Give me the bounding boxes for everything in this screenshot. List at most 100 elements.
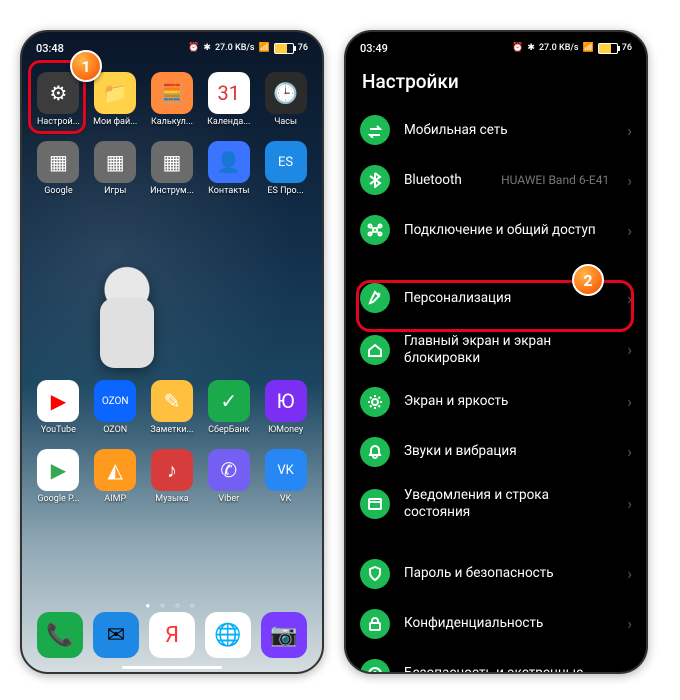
app-label: AIMP [104,494,126,504]
app-icon: ⚙ [37,72,79,114]
app-Контакты[interactable]: 👤 Контакты [200,137,257,198]
app-label: Инструм... [150,186,194,196]
step-badge-1: 1 [70,50,102,82]
dock-app[interactable]: 📞 [37,612,83,658]
app-icon: ▶ [37,449,79,491]
app-label: Viber [218,494,239,504]
nav-home-indicator[interactable] [122,666,222,669]
app-VK[interactable]: VK VK [257,445,314,506]
app-label: Музыка [155,494,188,504]
app-OZON[interactable]: OZONOZON [87,376,144,437]
app-label: YouTube [41,425,76,435]
app-icon: OZON [94,380,136,422]
app-label: Контакты [208,186,249,196]
sun-icon [360,387,390,417]
app-Часы[interactable]: 🕒Часы [257,68,314,129]
app-icon: ▦ [37,141,79,183]
dock-app[interactable]: ✉ [93,612,139,658]
app-Инструм...[interactable]: ▦ Инструм... [144,137,201,198]
settings-label: Звуки и вибрация [404,443,613,460]
app-label: Мои фай... [93,117,137,127]
app-Заметки...[interactable]: ✎ Заметки... [144,376,201,437]
settings-row-notif[interactable]: Уведомления и строка состояния› [346,477,646,531]
chevron-right-icon: › [627,392,632,411]
app-AIMP[interactable]: ◭ AIMP [87,445,144,506]
status-bar: 03:49 ⏰✱27.0 KB/s📶 76 [346,32,646,60]
step-badge-2: 2 [572,264,604,296]
chevron-right-icon: › [627,664,632,674]
settings-row-sun[interactable]: Экран и яркость› [346,377,646,427]
app-ЮMoney[interactable]: ЮЮMoney [257,376,314,437]
dock-app[interactable]: Я [149,612,195,658]
app-label: Настрой... [37,117,80,127]
dock: 📞✉Я🌐📷 [22,612,322,664]
app-YouTube[interactable]: ▶ YouTube [30,376,87,437]
sos-icon [360,659,390,675]
app-Google[interactable]: ▦Google [30,137,87,198]
status-icons: ⏰✱27.0 KB/s📶 76 [188,43,308,54]
app-icon: 31 [208,72,250,114]
app-icon: VK [265,449,307,491]
app-СберБанк[interactable]: ✓ СберБанк [200,376,257,437]
settings-row-lock[interactable]: Конфиденциальность› [346,599,646,649]
app-icon: ▶ [37,380,79,422]
app-Игры[interactable]: ▦Игры [87,137,144,198]
app-Календа...[interactable]: 31 Календа... [200,68,257,129]
settings-row-bt[interactable]: BluetoothHUAWEI Band 6-E41› [346,155,646,205]
phone-settings-screen: 03:49 ⏰✱27.0 KB/s📶 76 Настройки Мобильна… [344,30,648,674]
settings-label: Пароль и безопасность [404,565,613,582]
app-icon: ▦ [151,141,193,183]
settings-label: Конфиденциальность [404,615,613,632]
settings-row-shield[interactable]: Пароль и безопасность› [346,549,646,599]
chevron-right-icon: › [627,340,632,359]
home-row-1: ⚙Настрой...📁Мои фай...🧮Калькул...31Кален… [22,60,322,129]
app-label: СберБанк [208,425,249,435]
settings-subtext: HUAWEI Band 6-E41 [501,173,609,187]
chevron-right-icon: › [627,221,632,240]
settings-row-bell[interactable]: Звуки и вибрация› [346,427,646,477]
app-label: Заметки... [150,425,193,435]
home-row-3: ▶ YouTube OZONOZON✎ Заметки... ✓ СберБанк ЮЮMo… [22,368,322,437]
app-icon: ◭ [94,449,136,491]
page-title: Настройки [362,70,630,93]
status-icons: ⏰✱27.0 KB/s📶 76 [512,43,632,54]
app-label: VK [280,494,291,504]
app-Google P...[interactable]: ▶ Google P... [30,445,87,506]
home-row-4: ▶ Google P... ◭ AIMP ♪ Музыка ✆ Viber VK VK [22,437,322,506]
dock-app[interactable]: 🌐 [205,612,251,658]
app-label: ES Про... [267,186,303,196]
chevron-right-icon: › [627,494,632,513]
bt-icon [360,165,390,195]
dock-app[interactable]: 📷 [261,612,307,658]
share-icon [360,215,390,245]
home-row-2: ▦Google▦Игры▦Инструм...👤КонтактыESES Про… [22,129,322,198]
settings-label: Bluetooth [404,172,487,189]
settings-row-home[interactable]: Главный экран и экран блокировки › [346,323,646,377]
app-label: Google P... [37,494,79,504]
settings-row-share[interactable]: Подключение и общий доступ › [346,205,646,255]
app-icon: ES [265,141,307,183]
bell-icon [360,437,390,467]
app-icon: ✓ [208,380,250,422]
settings-row-sos[interactable]: Безопасность и экстренные› [346,649,646,675]
brush-icon [360,283,390,313]
app-ES Про...[interactable]: ES ES Про... [257,137,314,198]
app-icon: ✎ [151,380,193,422]
settings-label: Главный экран и экран блокировки [404,333,613,367]
app-Калькул...[interactable]: 🧮Калькул... [144,68,201,129]
app-Viber[interactable]: ✆ Viber [200,445,257,506]
app-icon: ♪ [151,449,193,491]
swap-icon [360,115,390,145]
home-icon [360,335,390,365]
app-label: Игры [104,186,126,196]
settings-label: Подключение и общий доступ [404,222,613,239]
app-icon: ✆ [208,449,250,491]
chevron-right-icon: › [627,289,632,308]
app-icon: 👤 [208,141,250,183]
status-bar: 03:48 ⏰✱27.0 KB/s📶 76 [22,32,322,60]
app-label: Календа... [207,117,250,127]
clock: 03:49 [360,42,388,55]
settings-row-swap[interactable]: Мобильная сеть› [346,105,646,155]
app-Музыка[interactable]: ♪ Музыка [144,445,201,506]
shield-icon [360,559,390,589]
